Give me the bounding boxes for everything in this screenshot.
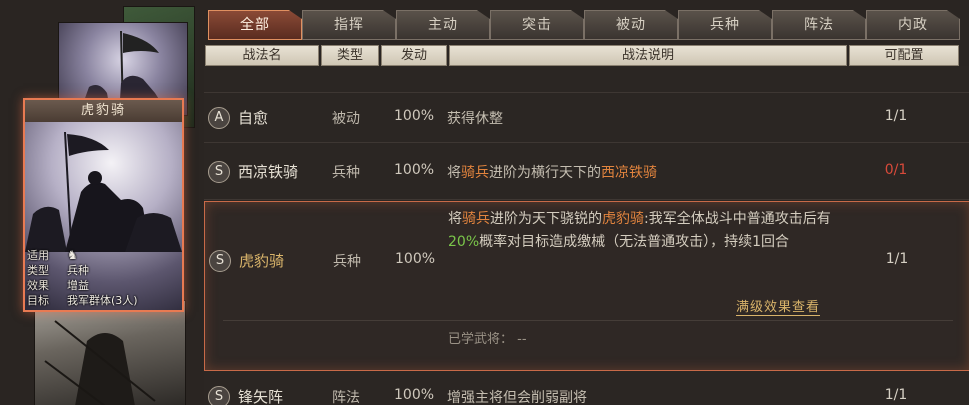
info-value: 我军群体(3人)	[67, 294, 138, 307]
desc-text: 进阶为横行天下的	[489, 165, 601, 181]
card-info-row: 类型 兵种	[27, 263, 180, 278]
tactic-desc: 将骑兵进阶为横行天下的西凉铁骑	[447, 162, 657, 182]
tab-internal[interactable]: 内政	[866, 10, 960, 40]
info-value: 兵种	[67, 264, 89, 277]
tab-troop[interactable]: 兵种	[678, 10, 772, 40]
tactic-name: 虎豹骑	[239, 252, 285, 270]
header-name[interactable]: 战法名	[205, 45, 319, 66]
tactic-rate: 100%	[394, 108, 435, 124]
cavalry-charge-art	[25, 131, 182, 252]
header-rate[interactable]: 发动	[381, 45, 447, 66]
grade-badge: A	[208, 107, 230, 129]
card-title: 虎豹骑	[25, 100, 182, 122]
divider	[223, 320, 953, 321]
tab-active[interactable]: 主动	[396, 10, 490, 40]
max-level-effect-link[interactable]: 满级效果查看	[736, 296, 821, 316]
category-tabs: 全部 指挥 主动 突击 被动 兵种 阵法 内政	[208, 10, 969, 42]
soldiers-art	[44, 320, 156, 405]
tab-command[interactable]: 指挥	[302, 10, 396, 40]
horse-icon: ♞	[67, 248, 78, 262]
desc-highlight: 西凉铁骑	[601, 165, 657, 181]
desc-text: 进阶为天下骁锐的	[490, 211, 602, 227]
tactic-rate: 100%	[395, 251, 436, 267]
tactic-card-stack: 虎豹骑 适用 ♞ 类型 兵种 效果 增益 目标 我军群体(3人)	[0, 0, 200, 405]
desc-text: :我军全体战斗中普通攻击后有	[644, 211, 831, 227]
tactic-desc: 增强主将但会削弱副将	[447, 390, 587, 405]
info-value: 增益	[67, 279, 89, 292]
header-type[interactable]: 类型	[321, 45, 379, 66]
tactic-type: 阵法	[332, 390, 360, 405]
tactic-list: A 自愈 被动 100% 获得休整 1/1 S 西凉铁骑 兵种 100% 将骑兵…	[204, 66, 969, 405]
tactic-name: 自愈	[238, 109, 269, 127]
card-info-row: 适用 ♞	[27, 248, 180, 263]
desc-highlight: 骑兵	[461, 165, 489, 181]
selected-tactic-card[interactable]: 虎豹骑 适用 ♞ 类型 兵种 效果 增益 目标 我军群体(3人)	[23, 98, 184, 312]
tactic-rate: 100%	[394, 162, 435, 178]
tactic-desc: 获得休整	[447, 111, 503, 127]
desc-text: 将	[447, 165, 461, 181]
desc-text: 概率对目标造成缴械（无法普通攻击），持续1回合	[479, 234, 790, 250]
tab-formation[interactable]: 阵法	[772, 10, 866, 40]
tab-passive[interactable]: 被动	[584, 10, 678, 40]
desc-highlight: 虎豹骑	[602, 211, 644, 227]
desc-percent: 20%	[448, 234, 480, 250]
info-key: 效果	[27, 279, 49, 292]
table-row[interactable]: S 西凉铁骑 兵种 100% 将骑兵进阶为横行天下的西凉铁骑 0/1	[204, 143, 969, 200]
tactic-type: 兵种	[332, 165, 360, 181]
grade-badge: S	[208, 386, 230, 405]
tactic-cfg: 0/1	[884, 162, 908, 178]
table-row[interactable]: S 锋矢阵 阵法 100% 增强主将但会削弱副将 1/1	[204, 371, 969, 405]
learned-generals: 已学武将： --	[448, 332, 527, 347]
tactic-cfg: 1/1	[884, 108, 908, 124]
tactic-name: 西凉铁骑	[238, 163, 299, 181]
table-row-selected[interactable]: S 虎豹骑 兵种 100% 将骑兵进阶为天下骁锐的虎豹骑:我军全体战斗中普通攻击…	[204, 201, 969, 371]
header-cfg[interactable]: 可配置	[849, 45, 959, 66]
table-row-partial[interactable]	[204, 66, 969, 93]
tactic-desc: 将骑兵进阶为天下骁锐的虎豹骑:我军全体战斗中普通攻击后有 20%概率对目标造成缴械…	[448, 208, 853, 254]
tactic-type: 兵种	[333, 254, 361, 270]
info-key: 适用	[27, 249, 49, 262]
table-row[interactable]: A 自愈 被动 100% 获得休整 1/1	[204, 92, 969, 143]
card-info: 适用 ♞ 类型 兵种 效果 增益 目标 我军群体(3人)	[27, 248, 180, 308]
desc-highlight: 骑兵	[462, 211, 490, 227]
card-info-row: 目标 我军群体(3人)	[27, 293, 180, 308]
tab-assault[interactable]: 突击	[490, 10, 584, 40]
desc-text: 将	[448, 211, 462, 227]
header-desc: 战法说明	[449, 45, 847, 66]
tab-all[interactable]: 全部	[208, 10, 302, 40]
grade-badge: S	[209, 250, 231, 272]
grade-badge: S	[208, 161, 230, 183]
info-key: 类型	[27, 264, 49, 277]
tactic-cfg: 1/1	[885, 251, 909, 267]
tactic-name: 锋矢阵	[238, 388, 284, 405]
info-key: 目标	[27, 294, 49, 307]
card-info-row: 效果 增益	[27, 278, 180, 293]
tactic-cfg: 1/1	[884, 387, 908, 403]
tactic-type: 被动	[332, 111, 360, 127]
card-back-soldiers[interactable]	[34, 300, 186, 405]
tactic-rate: 100%	[394, 387, 435, 403]
